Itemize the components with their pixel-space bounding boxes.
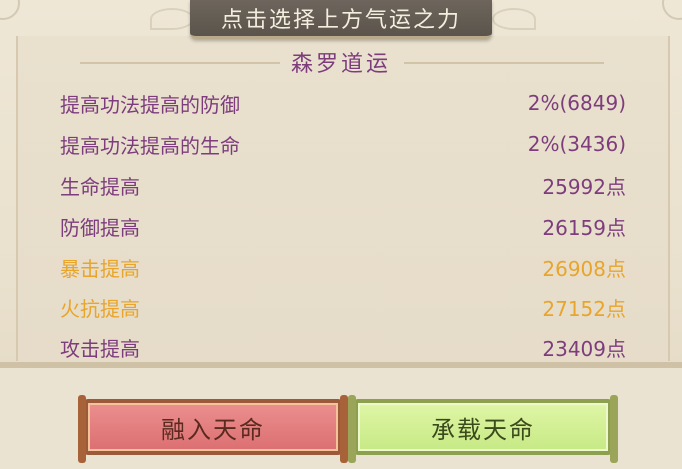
button-post-left — [348, 395, 356, 463]
stat-label: 生命提高 — [60, 174, 140, 199]
header-banner: 点击选择上方气运之力 — [190, 0, 492, 39]
stat-row: 防御提高 26159点 — [60, 211, 626, 241]
button-post-left — [78, 395, 86, 463]
dialog-panel: 点击选择上方气运之力 森罗道运 提高功法提高的防御 2%(6849) 提高功法提… — [0, 0, 682, 469]
carry-destiny-button[interactable]: 承载天命 — [348, 395, 618, 463]
merge-destiny-button[interactable]: 融入天命 — [78, 395, 348, 463]
stat-label: 防御提高 — [60, 215, 140, 240]
section-title: 森罗道运 — [290, 52, 391, 77]
stat-label: 暴击提高 — [60, 256, 140, 281]
stat-value: 25992点 — [542, 174, 626, 199]
stat-value: 2%(6849) — [527, 91, 626, 115]
header-cloud-ornament-left — [150, 8, 194, 30]
stat-row: 生命提高 25992点 — [60, 170, 626, 200]
stat-value: 26159点 — [542, 215, 626, 240]
stat-value: 26908点 — [542, 256, 626, 281]
header-cloud-ornament-right — [492, 8, 536, 30]
corner-ornament-right — [662, 0, 682, 20]
stat-row: 攻击提高 23409点 — [60, 332, 626, 362]
stat-row: 火抗提高 27152点 — [60, 292, 626, 322]
stat-label: 攻击提高 — [60, 336, 140, 361]
stat-value: 2%(3436) — [527, 132, 626, 156]
stat-label: 火抗提高 — [60, 296, 140, 321]
corner-ornament-left — [0, 0, 20, 20]
button-post-right — [610, 395, 618, 463]
button-post-right — [340, 395, 348, 463]
stat-label: 提高功法提高的生命 — [60, 133, 240, 158]
stat-row: 暴击提高 26908点 — [60, 252, 626, 282]
stat-value: 27152点 — [542, 296, 626, 321]
header-title: 点击选择上方气运之力 — [220, 8, 461, 33]
carry-destiny-label: 承载天命 — [431, 415, 535, 444]
merge-destiny-label: 融入天命 — [161, 415, 265, 444]
stat-row: 提高功法提高的生命 2%(3436) — [60, 129, 626, 159]
stat-value: 23409点 — [542, 336, 626, 361]
stat-row: 提高功法提高的防御 2%(6849) — [60, 88, 626, 118]
stat-label: 提高功法提高的防御 — [60, 92, 240, 117]
